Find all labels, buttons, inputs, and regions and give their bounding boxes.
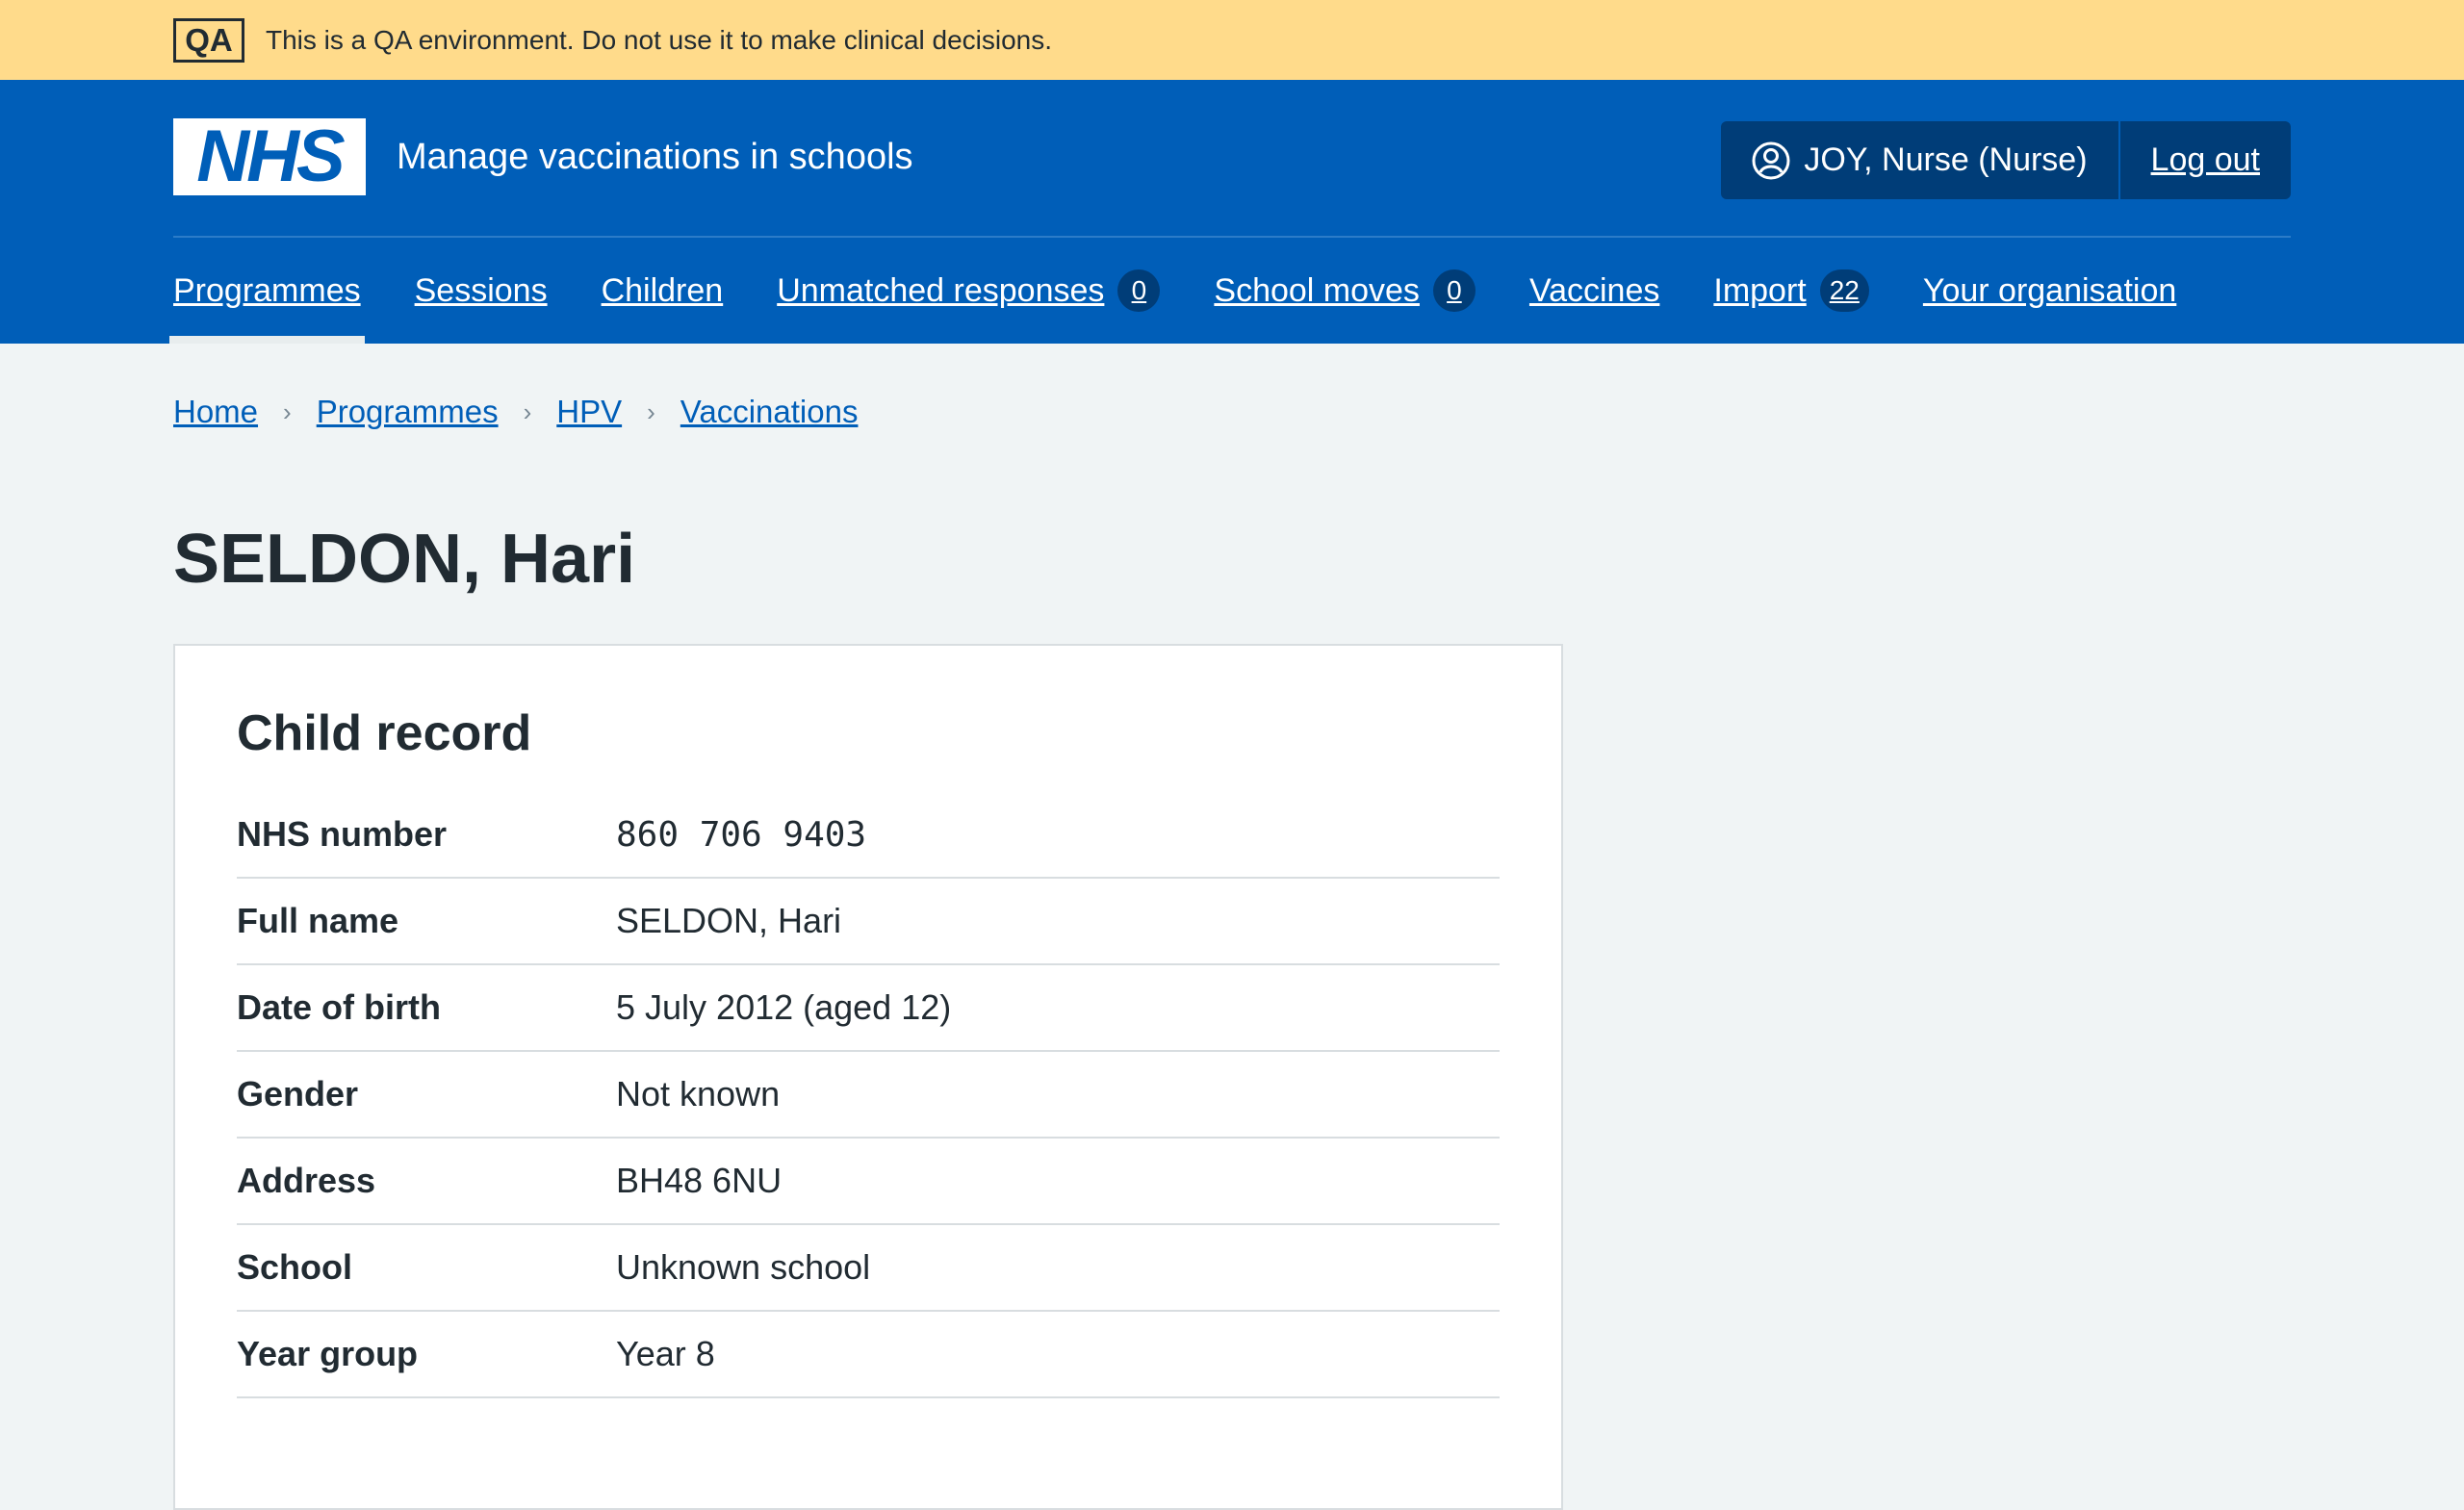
nav-item-vaccines[interactable]: Vaccines xyxy=(1529,238,1659,344)
summary-value: Unknown school xyxy=(616,1247,871,1288)
card-title: Child record xyxy=(237,705,532,761)
primary-navigation: Programmes Sessions Children Unmatched r… xyxy=(169,238,2291,344)
summary-value: SELDON, Hari xyxy=(616,901,842,941)
nav-item-sessions[interactable]: Sessions xyxy=(415,238,548,344)
nav-item-label: Your organisation xyxy=(1922,271,2177,309)
summary-value: 860 706 9403 xyxy=(616,814,867,855)
chevron-right-icon: › xyxy=(647,397,655,426)
nav-item-your-organisation[interactable]: Your organisation xyxy=(1923,238,2176,344)
breadcrumb: Home › Programmes › HPV › Vaccinations xyxy=(173,394,2291,430)
summary-value: 5 July 2012 (aged 12) xyxy=(616,987,952,1028)
summary-key: Gender xyxy=(237,1074,359,1114)
nav-item-label: Programmes xyxy=(173,271,361,309)
main-content: Home › Programmes › HPV › Vaccinations S… xyxy=(173,394,2291,1510)
breadcrumb-programmes[interactable]: Programmes xyxy=(317,394,499,430)
nav-item-label: Import xyxy=(1713,271,1807,309)
child-record-card: Child record NHS number 860 706 9403 Ful… xyxy=(173,644,1563,1510)
user-icon xyxy=(1752,141,1790,179)
count-badge: 22 xyxy=(1819,269,1869,312)
site-header: NHS Manage vaccinations in schools JOY, … xyxy=(0,80,2464,344)
summary-row-school: School Unknown school xyxy=(237,1225,1500,1313)
page-title: SELDON, Hari xyxy=(173,521,636,598)
breadcrumb-hpv[interactable]: HPV xyxy=(556,394,622,430)
nav-item-label: Children xyxy=(601,271,724,309)
summary-key: School xyxy=(237,1247,353,1288)
summary-row-address: Address BH48 6NU xyxy=(237,1139,1500,1226)
account-menu: JOY, Nurse (Nurse) Log out xyxy=(1721,121,2291,199)
summary-value: BH48 6NU xyxy=(616,1161,783,1201)
summary-value: Not known xyxy=(616,1074,781,1114)
summary-value: Year 8 xyxy=(616,1334,715,1374)
breadcrumb-home[interactable]: Home xyxy=(173,394,258,430)
account-user: JOY, Nurse (Nurse) xyxy=(1721,121,2120,199)
summary-row-nhs-number: NHS number 860 706 9403 xyxy=(237,792,1500,880)
qa-environment-banner: QA This is a QA environment. Do not use … xyxy=(0,0,2464,80)
count-badge: 0 xyxy=(1432,269,1476,312)
chevron-right-icon: › xyxy=(283,397,292,426)
summary-key: Year group xyxy=(237,1334,419,1374)
breadcrumb-vaccinations[interactable]: Vaccinations xyxy=(680,394,859,430)
chevron-right-icon: › xyxy=(523,397,532,426)
qa-tag: QA xyxy=(173,17,244,63)
summary-row-date-of-birth: Date of birth 5 July 2012 (aged 12) xyxy=(237,965,1500,1053)
nhs-logo-text: NHS xyxy=(196,115,345,197)
summary-row-gender: Gender Not known xyxy=(237,1052,1500,1139)
nav-item-label: Sessions xyxy=(414,271,548,309)
logout-link[interactable]: Log out xyxy=(2120,121,2291,199)
summary-key: Address xyxy=(237,1161,376,1201)
service-name[interactable]: Manage vaccinations in schools xyxy=(397,118,913,195)
nav-item-label: Unmatched responses xyxy=(777,271,1105,309)
nav-item-children[interactable]: Children xyxy=(602,238,724,344)
qa-banner-text: This is a QA environment. Do not use it … xyxy=(266,24,1053,55)
nav-item-programmes[interactable]: Programmes xyxy=(169,238,365,344)
nav-item-import[interactable]: Import 22 xyxy=(1713,238,1869,344)
summary-key: NHS number xyxy=(237,814,448,855)
summary-key: Date of birth xyxy=(237,987,441,1028)
nav-item-unmatched-responses[interactable]: Unmatched responses 0 xyxy=(777,238,1161,344)
summary-key: Full name xyxy=(237,901,399,941)
nav-item-label: School moves xyxy=(1214,271,1420,309)
count-badge: 0 xyxy=(1117,269,1161,312)
nav-item-school-moves[interactable]: School moves 0 xyxy=(1214,238,1476,344)
nav-item-label: Vaccines xyxy=(1528,271,1660,309)
account-user-name: JOY, Nurse (Nurse) xyxy=(1804,141,2088,178)
nhs-logo[interactable]: NHS xyxy=(173,118,366,195)
summary-row-full-name: Full name SELDON, Hari xyxy=(237,879,1500,966)
